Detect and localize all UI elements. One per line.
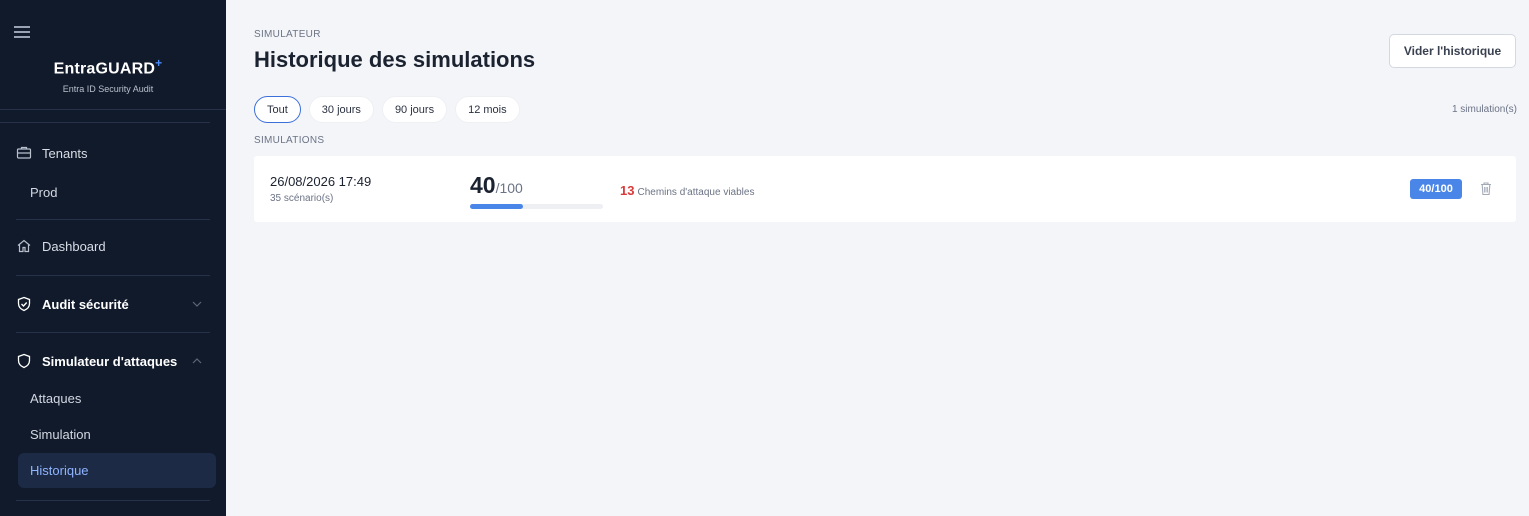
menu-icon[interactable] — [14, 26, 30, 38]
sidebar: EntraGUARD+ Entra ID Security Audit Tena… — [0, 0, 226, 516]
attack-paths-count: 13 — [620, 183, 635, 198]
brand: EntraGUARD+ Entra ID Security Audit — [0, 56, 216, 94]
filter-all[interactable]: Tout — [254, 96, 301, 123]
divider — [16, 332, 210, 333]
sidebar-item-attaques[interactable]: Attaques — [30, 391, 81, 406]
divider — [16, 275, 210, 276]
filter-30-days[interactable]: 30 jours — [308, 96, 374, 123]
brand-subtitle: Entra ID Security Audit — [62, 84, 154, 95]
home-icon — [17, 239, 31, 253]
sidebar-item-label: Tenants — [42, 145, 88, 161]
sidebar-item-tenants[interactable]: Tenants — [16, 145, 88, 161]
sidebar-item-simulation[interactable]: Simulation — [30, 427, 91, 442]
filter-90-days[interactable]: 90 jours — [381, 96, 448, 123]
attack-paths-label: Chemins d'attaque viables — [637, 187, 755, 198]
briefcase-icon — [16, 146, 32, 159]
score-badge: 40/100 — [1410, 179, 1462, 199]
filter-12-months[interactable]: 12 mois — [455, 96, 520, 123]
chevron-down-icon[interactable] — [191, 298, 203, 310]
brand-plus: + — [155, 56, 163, 70]
section-label: SIMULATIONS — [254, 135, 325, 146]
divider — [0, 109, 226, 110]
sidebar-item-prod[interactable]: Prod — [30, 185, 57, 200]
scenario-count: 35 scénario(s) — [270, 193, 334, 204]
clear-history-button[interactable]: Vider l'historique — [1389, 34, 1516, 68]
main-content: SIMULATEUR Historique des simulations Vi… — [226, 0, 1529, 516]
score-bar-fill — [470, 204, 524, 209]
sidebar-item-simulator[interactable]: Simulateur d'attaques — [16, 353, 177, 369]
score-bar — [470, 204, 603, 209]
page-title: Historique des simulations — [254, 47, 536, 72]
filter-group: Tout 30 jours 90 jours 12 mois — [254, 96, 520, 123]
trash-icon[interactable] — [1479, 181, 1493, 196]
sidebar-item-audit[interactable]: Audit sécurité — [16, 296, 129, 312]
shield-icon — [17, 353, 31, 369]
sidebar-item-label: Historique — [30, 463, 89, 478]
breadcrumb: SIMULATEUR — [254, 29, 321, 40]
simulation-date: 26/08/2026 17:49 — [270, 174, 372, 189]
sidebar-item-label: Dashboard — [42, 238, 106, 254]
sidebar-item-historique[interactable]: Historique — [18, 453, 216, 488]
divider — [0, 122, 210, 123]
sidebar-item-label: Audit sécurité — [42, 296, 129, 312]
brand-title: EntraGUARD+ — [53, 56, 163, 78]
shield-check-icon — [17, 296, 31, 312]
score: 40/100 — [470, 172, 523, 199]
divider — [16, 219, 210, 220]
chevron-up-icon[interactable] — [191, 355, 203, 367]
sidebar-item-label: Simulateur d'attaques — [42, 353, 178, 369]
attack-paths: 13 Chemins d'attaque viables — [620, 183, 754, 198]
list-item[interactable]: 26/08/2026 17:49 35 scénario(s) 40/100 1… — [254, 156, 1516, 222]
score-value: 40 — [470, 172, 496, 198]
divider — [16, 500, 210, 501]
score-max: /100 — [495, 180, 523, 196]
sidebar-item-dashboard[interactable]: Dashboard — [16, 238, 106, 254]
simulation-count: 1 simulation(s) — [1451, 104, 1517, 115]
